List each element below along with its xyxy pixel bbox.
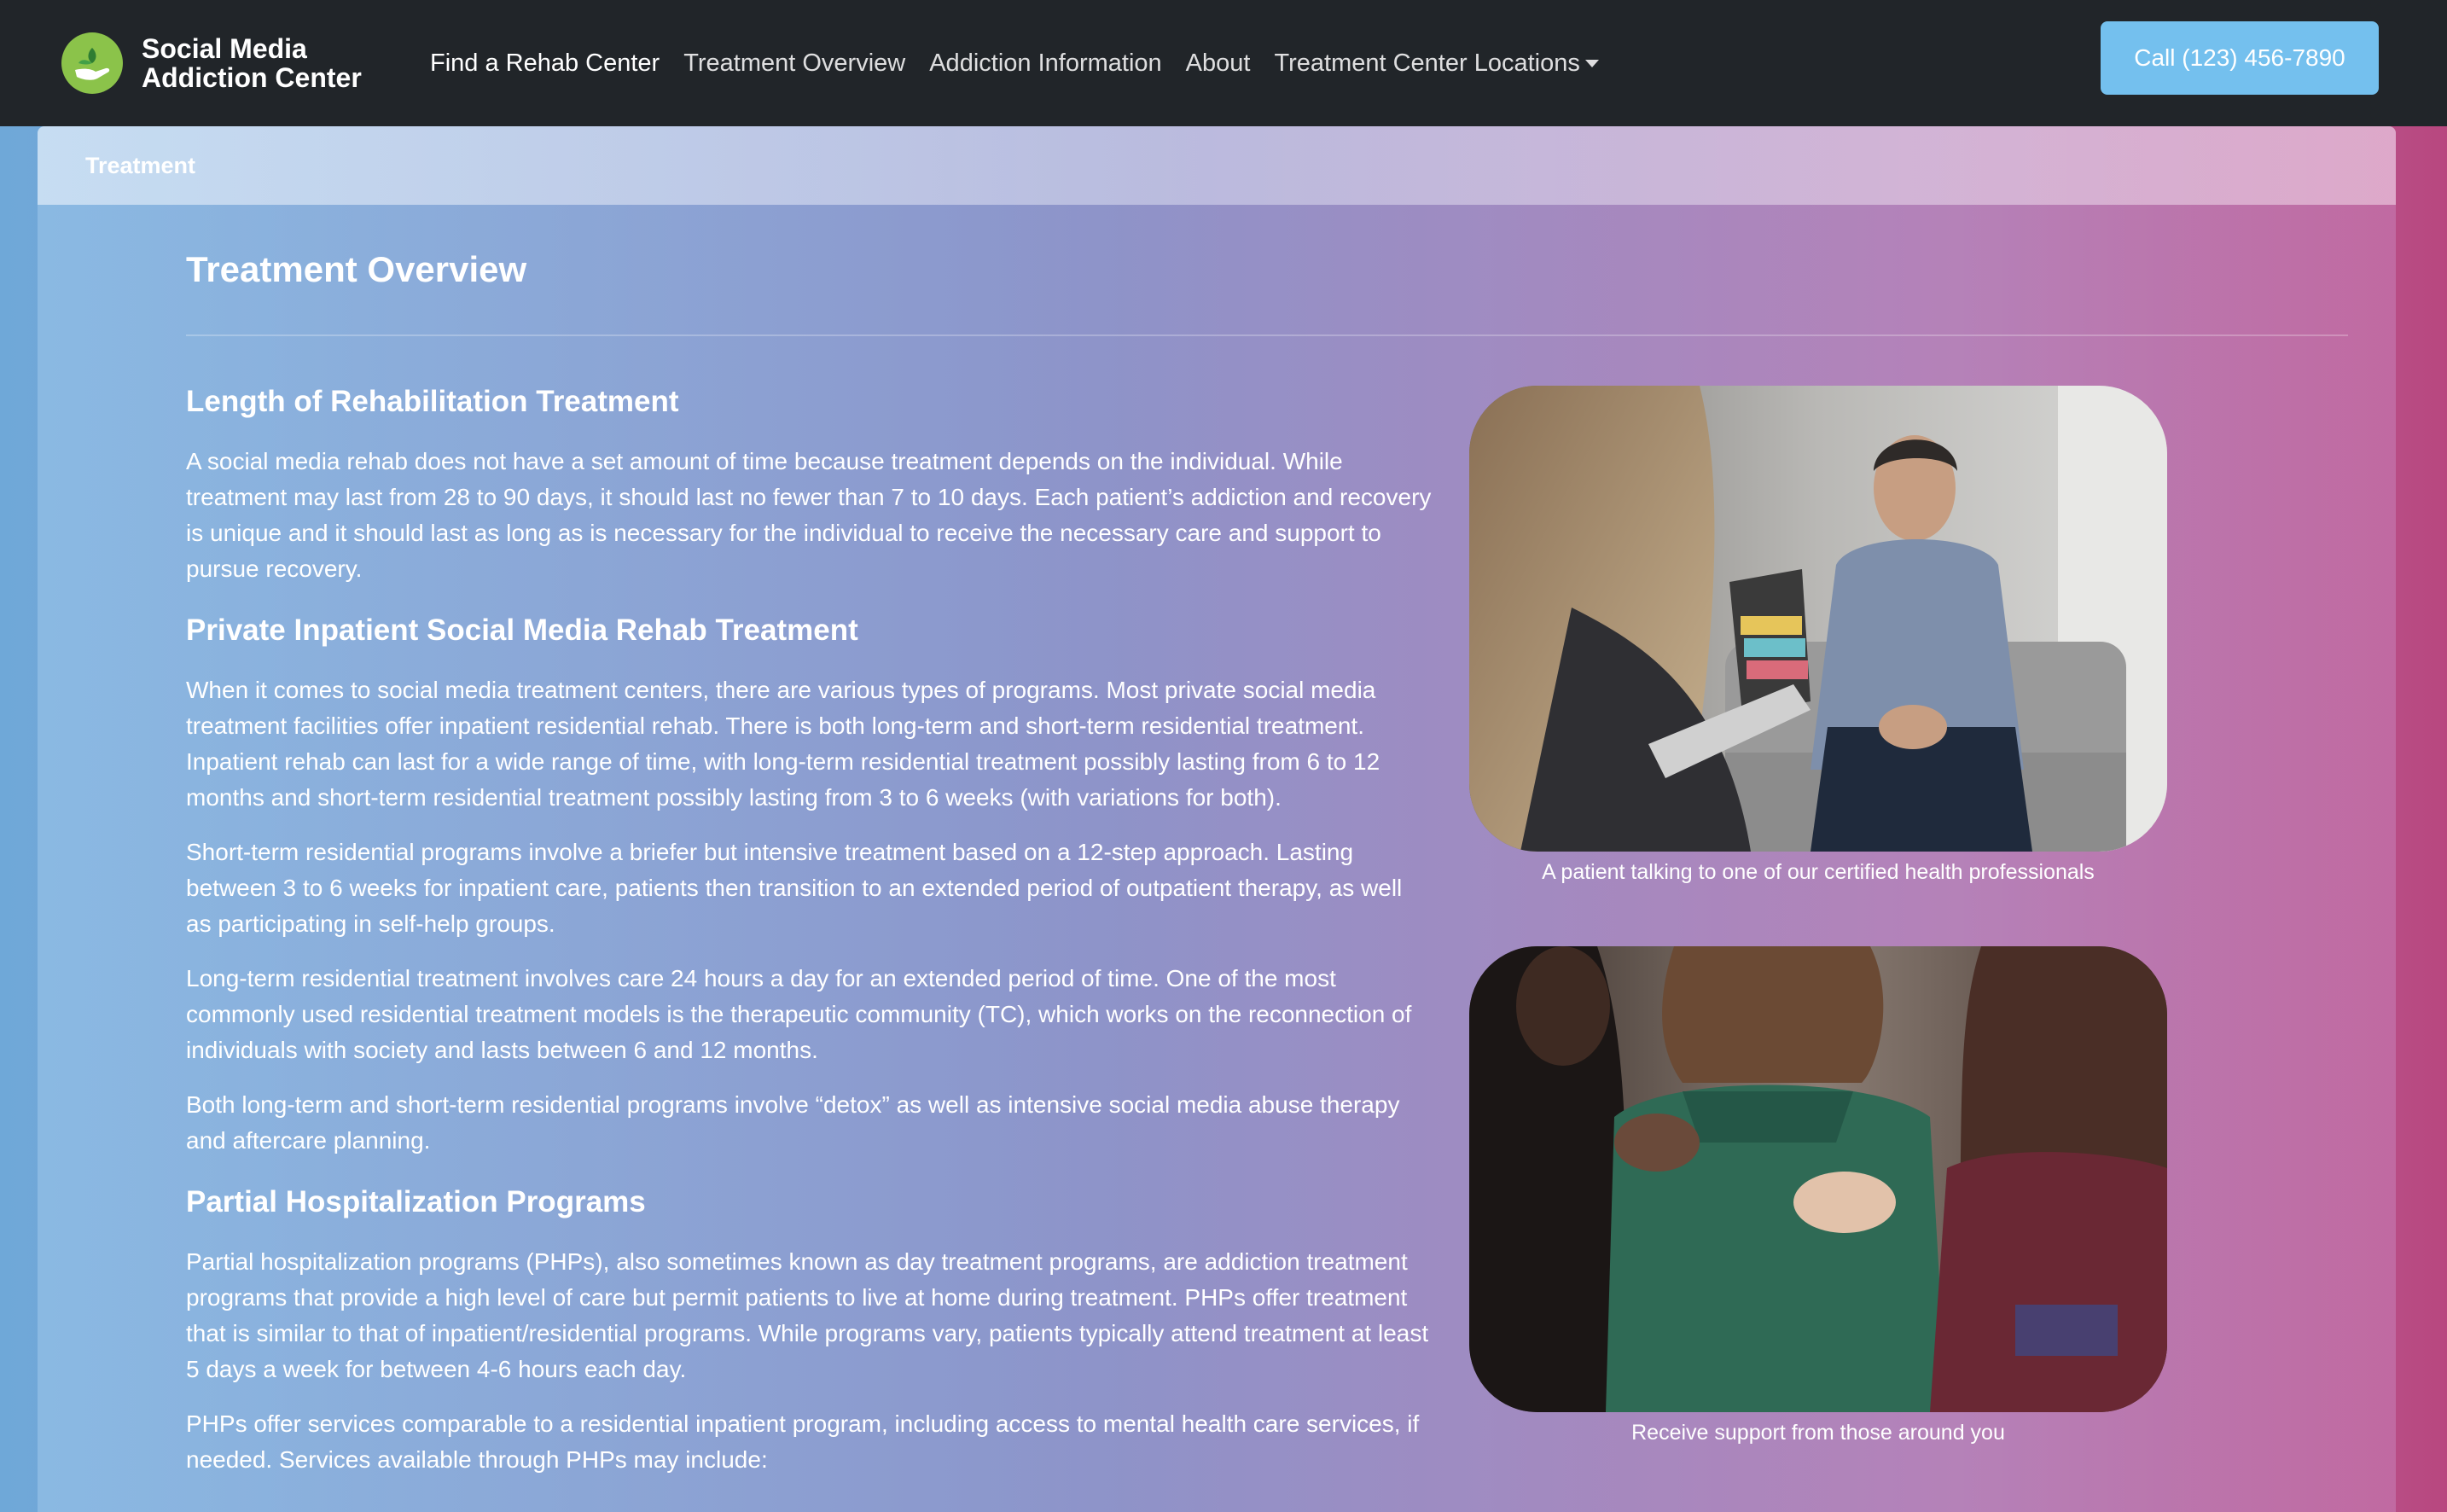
counseling-session-photo (1469, 386, 2167, 852)
text-column: Length of Rehabilitation Treatment A soc… (186, 382, 1432, 1478)
title-divider (186, 334, 2348, 336)
nav-treatment-center-locations-dropdown[interactable]: Treatment Center Locations (1274, 49, 1599, 78)
main-content: Treatment Overview Length of Rehabilitat… (186, 249, 2350, 1473)
paragraph: Long-term residential treatment involves… (186, 965, 1412, 1063)
paragraph: Partial hospitalization programs (PHPs),… (186, 1248, 1429, 1382)
brand-name: Social Media Addiction Center (142, 33, 362, 93)
nav-addiction-information[interactable]: Addiction Information (929, 49, 1161, 78)
page-title: Treatment Overview (186, 249, 527, 289)
image-caption: Receive support from those around you (1631, 1421, 2005, 1445)
support-group-photo (1469, 946, 2167, 1412)
heading-partial-hospitalization: Partial Hospitalization Programs (186, 1185, 646, 1218)
top-navbar: Social Media Addiction Center Find a Reh… (0, 0, 2447, 126)
caret-down-icon (1584, 60, 1599, 68)
nav-treatment-center-locations-label: Treatment Center Locations (1274, 49, 1580, 77)
nav-links: Find a Rehab Center Treatment Overview A… (430, 49, 1599, 78)
image-caption: A patient talking to one of our certifie… (1542, 860, 2095, 884)
nav-treatment-overview[interactable]: Treatment Overview (683, 49, 905, 78)
card-header-title: Treatment (85, 152, 196, 178)
image-column: A patient talking to one of our certifie… (1469, 386, 2167, 1445)
paragraph: Short-term residential programs involve … (186, 839, 1403, 937)
figure-counseling: A patient talking to one of our certifie… (1469, 386, 2167, 885)
paragraph: When it comes to social media treatment … (186, 677, 1380, 811)
paragraph: PHPs offer services comparable to a resi… (186, 1410, 1420, 1473)
nav-find-rehab-center[interactable]: Find a Rehab Center (430, 49, 660, 78)
heading-private-inpatient: Private Inpatient Social Media Rehab Tre… (186, 614, 858, 647)
heading-length-of-treatment: Length of Rehabilitation Treatment (186, 385, 679, 418)
figure-support-group: Receive support from those around you (1469, 946, 2167, 1445)
call-button[interactable]: Call (123) 456-7890 (2101, 21, 2379, 95)
hand-plant-logo-icon (61, 32, 123, 94)
paragraph: A social media rehab does not have a set… (186, 448, 1432, 582)
paragraph: Both long-term and short-term residentia… (186, 1091, 1400, 1154)
card-header: Treatment (38, 126, 2396, 205)
brand[interactable]: Social Media Addiction Center (61, 32, 389, 94)
nav-about[interactable]: About (1186, 49, 1251, 78)
